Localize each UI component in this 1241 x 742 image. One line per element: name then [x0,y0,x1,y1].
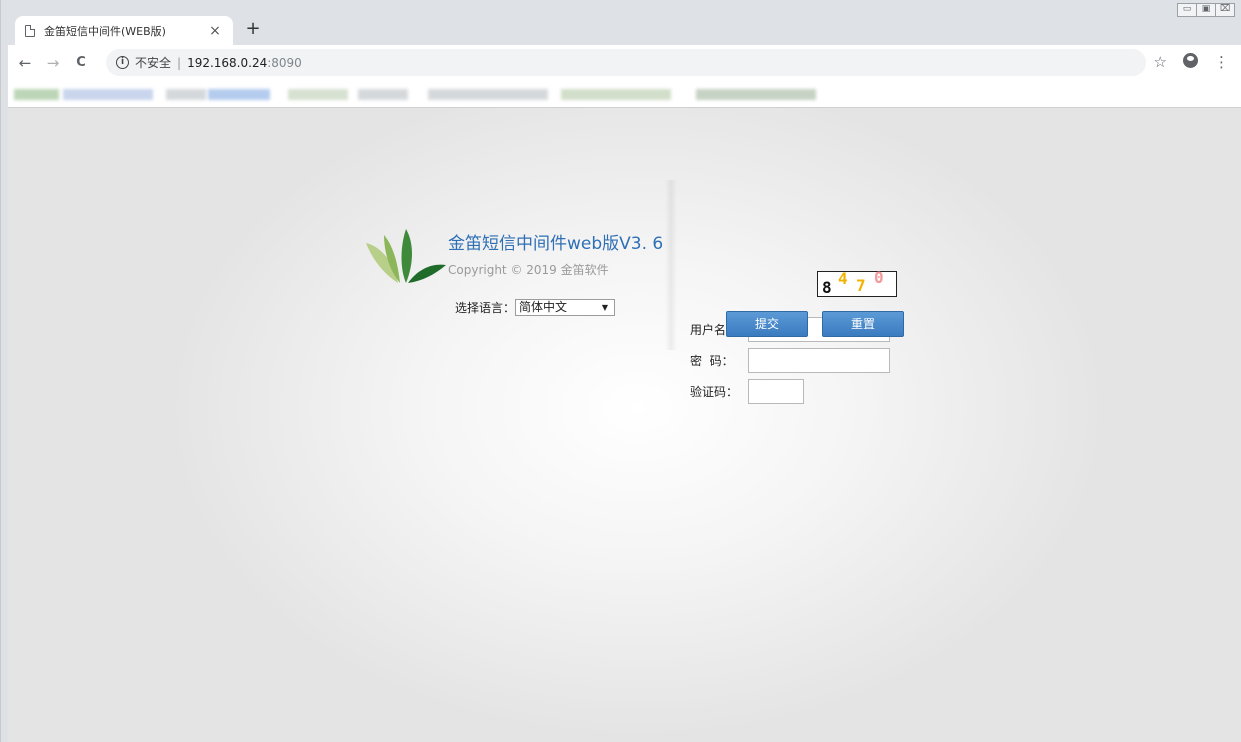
branding-panel: 金笛短信中间件web版V3. 6 Copyright © 2019 金笛软件 选… [360,215,672,355]
info-icon[interactable]: i [116,56,129,69]
captcha-digit: 8 [822,278,832,297]
password-label: 密 码： [690,354,734,368]
page-icon [25,24,35,37]
bookmark-item[interactable] [208,89,270,100]
close-icon[interactable]: ⌧ [1215,3,1235,17]
submit-button[interactable]: 提交 [726,311,808,337]
toolbar-right: ☆ ⋮ [1154,53,1229,71]
minimize-icon[interactable]: ▭ [1177,3,1197,17]
captcha-label: 验证码： [690,385,739,399]
reload-icon[interactable]: C [70,55,92,70]
maximize-icon[interactable]: ▣ [1196,3,1216,17]
window-controls: ▭ ▣ ⌧ [1177,3,1235,17]
bookmark-item[interactable] [14,89,59,100]
bookmark-item[interactable] [696,89,816,100]
reset-button[interactable]: 重置 [822,311,904,337]
bookmark-item[interactable] [561,89,671,100]
bookmarks-bar [8,80,1241,108]
captcha-digit: 7 [856,276,866,295]
bookmark-item[interactable] [358,89,408,100]
menu-icon[interactable]: ⋮ [1214,53,1229,71]
language-label: 选择语言： [455,301,516,315]
tab-title: 金笛短信中间件(WEB版) [44,24,166,38]
captcha-image[interactable]: 8 4 7 0 [817,268,897,297]
panel-divider [665,180,677,350]
dropdown-arrow-icon: ▼ [601,303,609,312]
new-tab-button[interactable]: + [243,20,263,38]
address-port: :8090 [267,55,302,70]
account-icon[interactable] [1183,53,1198,68]
brand-title: 金笛短信中间件web版V3. 6 [448,234,664,254]
language-selector: 选择语言： 简体中文 ▼ [455,299,616,316]
password-row: 密 码： [690,348,890,373]
password-field[interactable] [748,348,890,373]
tab-active[interactable]: 金笛短信中间件(WEB版) × [15,16,233,45]
back-icon[interactable]: ← [14,54,36,72]
captcha-field[interactable] [748,379,804,404]
captcha-row: 验证码： [690,379,804,404]
bookmark-item[interactable] [166,89,206,100]
insecure-label: 不安全 [135,56,172,70]
bookmark-star-icon[interactable]: ☆ [1154,53,1167,71]
language-select[interactable]: 简体中文 ▼ [515,299,616,316]
bookmark-item[interactable] [428,89,548,100]
language-selected: 简体中文 [519,300,568,314]
address-bar[interactable]: i 不安全 | 192.168.0.24:8090 [106,49,1146,76]
browser-toolbar: ← → C i 不安全 | 192.168.0.24:8090 ☆ ⋮ [8,45,1241,80]
captcha-digit: 4 [838,269,848,288]
tab-close-icon[interactable]: × [207,23,223,39]
forward-icon[interactable]: → [42,54,64,72]
tab-strip: 金笛短信中间件(WEB版) × + [9,8,1149,45]
bookmark-item[interactable] [288,89,348,100]
address-host: 192.168.0.24 [187,55,268,70]
captcha-digit: 0 [874,268,884,287]
address-separator: | [177,55,182,70]
logo-leaf-icon [366,229,446,283]
page-content [8,108,1241,742]
copyright-text: Copyright © 2019 金笛软件 [448,263,609,277]
bookmark-item[interactable] [63,89,153,100]
